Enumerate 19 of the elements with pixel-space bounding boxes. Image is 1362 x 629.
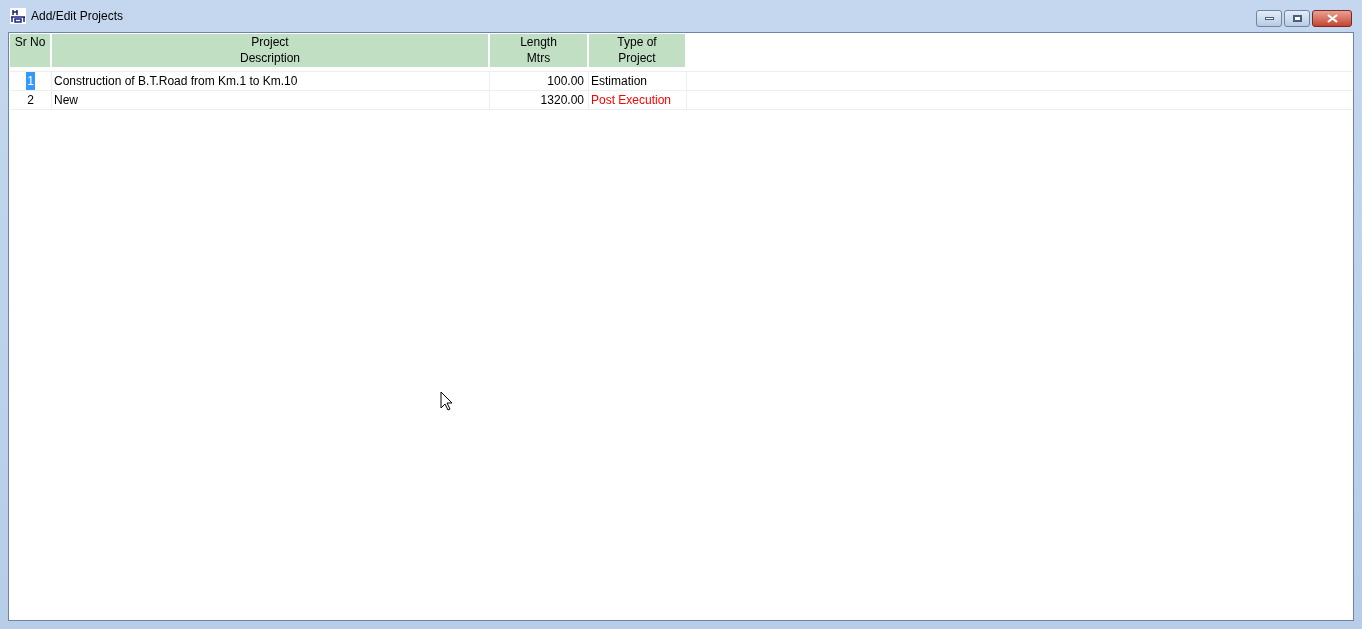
table-cell-text: Construction of B.T.Road from Km.1 to Km.10 bbox=[54, 73, 298, 90]
column-header: Length Mtrs bbox=[490, 34, 589, 67]
table-cell-text: New bbox=[54, 92, 78, 109]
maximize-button[interactable] bbox=[1284, 10, 1310, 27]
window-title: Add/Edit Projects bbox=[31, 8, 124, 25]
close-icon bbox=[1326, 14, 1338, 23]
minimize-button[interactable] bbox=[1256, 10, 1282, 27]
table-cell-text: 2 bbox=[26, 92, 35, 109]
table-cell-text: Estimation bbox=[591, 73, 648, 90]
app-icon bbox=[10, 8, 26, 24]
table-cell-text: 100.00 bbox=[547, 73, 584, 90]
column-header: Type of Project bbox=[589, 34, 687, 67]
column-header: Sr No bbox=[10, 34, 52, 67]
mouse-pointer-icon bbox=[440, 391, 453, 411]
table-cell-text: 1320.00 bbox=[540, 92, 584, 109]
close-button[interactable] bbox=[1312, 10, 1352, 27]
table-cell: 1 bbox=[26, 72, 35, 90]
column-header: Project Description bbox=[52, 34, 490, 67]
table-cell-text: Post Execution bbox=[591, 92, 672, 109]
